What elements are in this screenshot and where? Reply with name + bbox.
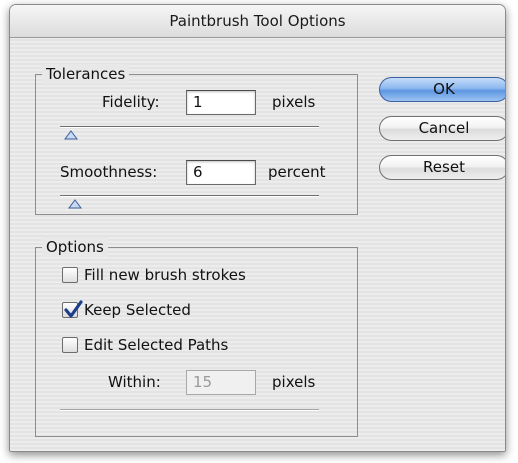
within-label: Within: bbox=[108, 373, 161, 391]
fill-new-brush-strokes-label[interactable]: Fill new brush strokes bbox=[84, 265, 246, 285]
fidelity-input[interactable]: 1 bbox=[186, 90, 256, 115]
keep-selected-label[interactable]: Keep Selected bbox=[84, 300, 191, 320]
edit-selected-paths-label[interactable]: Edit Selected Paths bbox=[84, 335, 228, 355]
within-slider-track bbox=[60, 409, 319, 411]
smoothness-label: Smoothness: bbox=[60, 163, 158, 181]
reset-button[interactable]: Reset bbox=[379, 155, 505, 180]
cancel-button[interactable]: Cancel bbox=[379, 116, 505, 141]
fidelity-label: Fidelity: bbox=[102, 93, 160, 111]
smoothness-slider-thumb[interactable] bbox=[68, 199, 82, 209]
smoothness-input[interactable]: 6 bbox=[186, 160, 256, 185]
smoothness-slider-track[interactable] bbox=[60, 195, 319, 197]
fill-new-brush-strokes-checkbox[interactable] bbox=[62, 267, 78, 283]
paintbrush-options-dialog: Paintbrush Tool Options Tolerances Fidel… bbox=[9, 4, 506, 452]
keep-selected-checkbox[interactable] bbox=[62, 300, 83, 318]
dialog-title: Paintbrush Tool Options bbox=[10, 5, 505, 38]
within-input[interactable]: 15 bbox=[186, 370, 256, 395]
edit-selected-paths-checkbox[interactable] bbox=[62, 337, 78, 353]
checkmark-icon bbox=[64, 300, 83, 318]
fidelity-slider-track[interactable] bbox=[60, 126, 319, 128]
fidelity-slider-thumb[interactable] bbox=[64, 130, 78, 140]
ok-button[interactable]: OK bbox=[379, 77, 505, 102]
smoothness-unit-label: percent bbox=[268, 163, 326, 181]
tolerances-group-label: Tolerances bbox=[42, 64, 130, 84]
fidelity-unit-label: pixels bbox=[272, 93, 316, 111]
options-group-label: Options bbox=[42, 237, 108, 257]
within-unit-label: pixels bbox=[272, 373, 316, 391]
